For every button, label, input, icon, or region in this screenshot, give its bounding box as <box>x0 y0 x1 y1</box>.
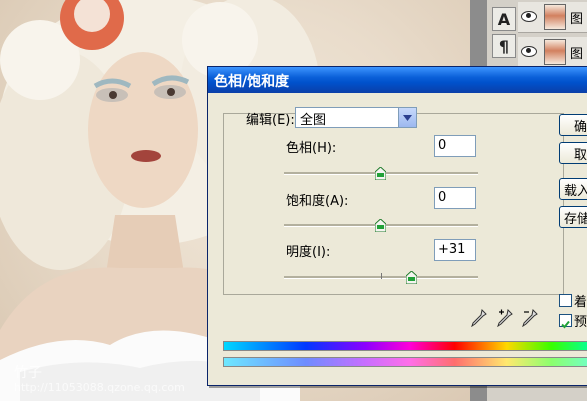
paragraph-icon: ¶ <box>498 36 510 56</box>
watermark-url: http://11053088.qzone.qq.com <box>14 381 185 394</box>
eyedropper-plus-icon[interactable] <box>497 309 513 327</box>
edit-label: 编辑(E): <box>246 113 295 128</box>
cancel-button-label: 取消 <box>574 148 587 163</box>
type-tool-icon: A <box>497 9 511 29</box>
visibility-eye-icon[interactable] <box>521 46 537 57</box>
paragraph-tool-button[interactable]: ¶ <box>492 34 516 58</box>
saturation-input[interactable]: 0 <box>434 187 476 209</box>
layer-name: 图 <box>570 47 584 62</box>
watermark-name: 竹子 <box>14 365 42 381</box>
lightness-value: +31 <box>438 242 466 257</box>
visibility-eye-icon[interactable] <box>521 11 537 22</box>
adjustment-groupbox <box>223 113 564 295</box>
checkmark-icon <box>561 320 570 329</box>
lightness-input[interactable]: +31 <box>434 239 476 261</box>
output-color-spectrum <box>223 357 587 367</box>
input-color-spectrum <box>223 341 587 351</box>
preview-label: 预览 <box>574 315 587 330</box>
load-button-label: 载入... <box>564 184 587 199</box>
ok-button[interactable]: 确定 <box>559 114 587 136</box>
hue-value: 0 <box>438 138 447 153</box>
colorize-label: 着色 <box>574 295 587 310</box>
saturation-value: 0 <box>438 190 447 205</box>
preview-checkbox[interactable] <box>559 314 572 329</box>
layer-thumbnail <box>544 4 566 30</box>
saturation-slider-thumb[interactable] <box>375 219 386 232</box>
edit-dropdown-value: 全图 <box>300 113 327 128</box>
save-button-label: 存储... <box>564 212 587 227</box>
chevron-down-icon[interactable] <box>398 108 416 127</box>
colorize-checkbox[interactable] <box>559 294 572 307</box>
saturation-label: 饱和度(A): <box>286 194 349 209</box>
hue-saturation-dialog: 色相/饱和度 编辑(E): 全图 色相(H): 0 饱和度(A): 0 明度(I… <box>207 66 587 386</box>
dialog-titlebar[interactable]: 色相/饱和度 <box>208 67 587 93</box>
layer-name: 图 <box>570 12 584 27</box>
layer-row[interactable]: 图 <box>518 2 587 33</box>
lightness-center-tick <box>381 273 382 279</box>
hue-label: 色相(H): <box>286 141 337 156</box>
save-button[interactable]: 存储... <box>559 206 587 228</box>
lightness-slider-thumb[interactable] <box>406 271 417 284</box>
lightness-label: 明度(I): <box>286 245 331 260</box>
eyedropper-icon[interactable] <box>471 309 487 327</box>
load-button[interactable]: 载入... <box>559 178 587 200</box>
eyedropper-minus-icon[interactable] <box>522 309 538 327</box>
dialog-title: 色相/饱和度 <box>214 74 290 90</box>
ok-button-label: 确定 <box>574 120 587 135</box>
type-tool-button[interactable]: A <box>492 7 516 31</box>
layer-row[interactable]: 图 <box>518 37 587 68</box>
hue-input[interactable]: 0 <box>434 135 476 157</box>
layer-thumbnail <box>544 39 566 65</box>
edit-dropdown[interactable]: 全图 <box>295 107 417 128</box>
cancel-button[interactable]: 取消 <box>559 142 587 164</box>
lightness-slider-track[interactable] <box>284 273 478 279</box>
hue-slider-thumb[interactable] <box>375 167 386 180</box>
